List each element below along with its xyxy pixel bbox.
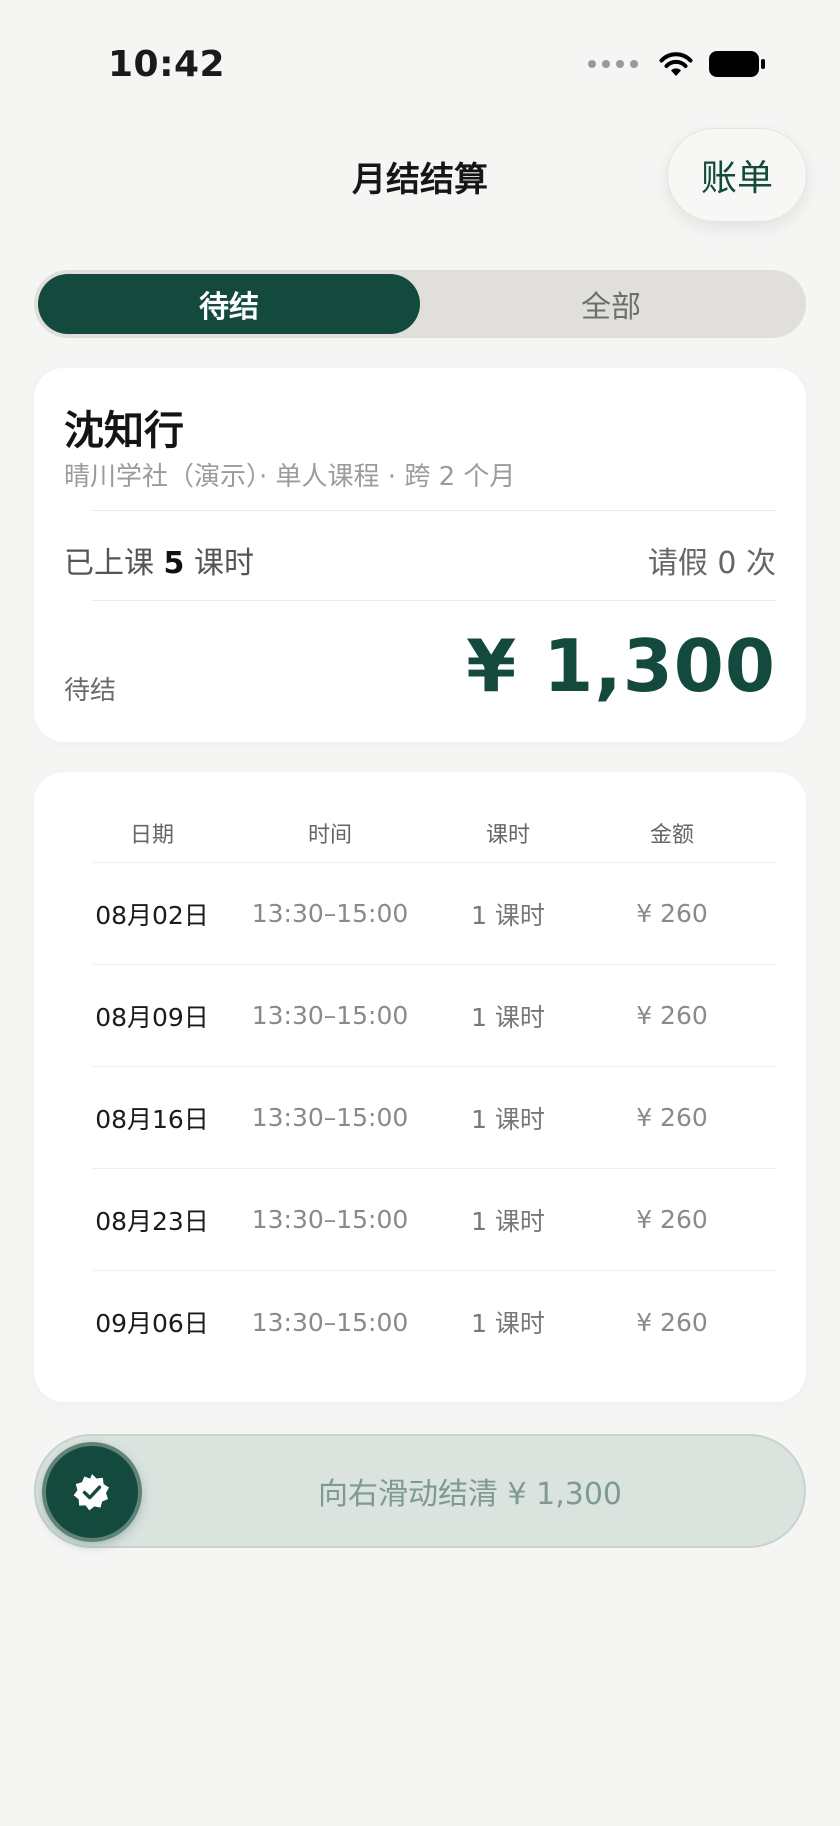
status-icons bbox=[588, 50, 766, 78]
student-name: 沈知行 bbox=[64, 408, 184, 454]
table-row: 08月23日 13:30–15:00 1 课时 ¥ 260 bbox=[92, 1169, 776, 1271]
table-header: 日期 时间 课时 金额 bbox=[92, 808, 776, 858]
battery-icon bbox=[709, 51, 765, 77]
cell-time: 13:30–15:00 bbox=[251, 1205, 409, 1234]
attended-count: 5 bbox=[163, 546, 185, 581]
cell-amount: ¥ 260 bbox=[636, 1103, 708, 1132]
cell-amount: ¥ 260 bbox=[636, 899, 708, 928]
header-date: 日期 bbox=[129, 823, 174, 848]
cell-date: 08月02日 bbox=[95, 900, 209, 930]
status-label: 待结 bbox=[64, 676, 117, 706]
slider-label: 向右滑动结清 ¥ 1,300 bbox=[317, 1477, 623, 1512]
cell-time: 13:30–15:00 bbox=[251, 1001, 409, 1030]
cell-date: 08月16日 bbox=[95, 1104, 209, 1134]
table-row: 08月16日 13:30–15:00 1 课时 ¥ 260 bbox=[92, 1067, 776, 1169]
bill-button[interactable]: 账单 bbox=[667, 128, 807, 222]
slider-handle[interactable] bbox=[42, 1442, 142, 1542]
lesson-rows: 08月02日 13:30–15:00 1 课时 ¥ 260 08月09日 13:… bbox=[92, 863, 776, 1373]
cell-hours: 1 课时 bbox=[471, 1206, 545, 1236]
tab-all[interactable]: 全部 bbox=[420, 274, 802, 334]
tab-pending[interactable]: 待结 bbox=[38, 274, 420, 334]
leave-count: 请假 0 次 bbox=[647, 546, 776, 581]
table-row: 08月02日 13:30–15:00 1 课时 ¥ 260 bbox=[92, 863, 776, 965]
cell-amount: ¥ 260 bbox=[636, 1307, 708, 1337]
student-meta: 晴川学社（演示）· 单人课程 · 跨 2 个月 bbox=[64, 462, 516, 492]
divider bbox=[92, 510, 776, 511]
cell-hours: 1 课时 bbox=[471, 1104, 545, 1134]
wifi-icon bbox=[659, 52, 693, 76]
cell-time: 13:30–15:00 bbox=[251, 1307, 409, 1337]
cell-amount: ¥ 260 bbox=[636, 1205, 708, 1234]
header-hours: 课时 bbox=[485, 823, 530, 848]
status-time: 10:42 bbox=[108, 44, 226, 85]
cell-date: 08月23日 bbox=[95, 1206, 209, 1236]
cell-amount: ¥ 260 bbox=[636, 1001, 708, 1030]
swipe-to-settle-slider[interactable]: 向右滑动结清 ¥ 1,300 bbox=[34, 1434, 806, 1548]
cell-time: 13:30–15:00 bbox=[251, 1103, 409, 1132]
settlement-summary-card[interactable]: 沈知行 晴川学社（演示）· 单人课程 · 跨 2 个月 已上课 5 课时 请假 … bbox=[34, 368, 806, 742]
cell-hours: 1 课时 bbox=[471, 1002, 545, 1032]
cell-date: 09月06日 bbox=[95, 1309, 209, 1338]
verified-check-icon bbox=[73, 1474, 109, 1511]
cell-date: 08月09日 bbox=[95, 1002, 209, 1032]
cell-time: 13:30–15:00 bbox=[251, 899, 409, 928]
attended-hours: 已上课 5 课时 bbox=[64, 546, 254, 581]
header-amount: 金额 bbox=[649, 823, 694, 848]
cell-hours: 1 课时 bbox=[471, 1309, 545, 1338]
screen: 10:42 月结结算 账单 待结 全部 沈知行 晴川学社（演示）· 单人课程 ·… bbox=[0, 0, 840, 1826]
table-row: 08月09日 13:30–15:00 1 课时 ¥ 260 bbox=[92, 965, 776, 1067]
total-amount: ¥ 1,300 bbox=[466, 624, 776, 708]
lessons-table-card: 日期 时间 课时 金额 08月02日 13:30–15:00 1 课时 ¥ 26… bbox=[34, 772, 806, 1402]
signal-dots-icon bbox=[588, 60, 638, 68]
header-time: 时间 bbox=[307, 823, 352, 848]
cell-hours: 1 课时 bbox=[471, 900, 545, 930]
table-row: 09月06日 13:30–15:00 1 课时 ¥ 260 bbox=[92, 1271, 776, 1373]
divider bbox=[92, 600, 776, 601]
filter-tabs: 待结 全部 bbox=[34, 270, 806, 338]
